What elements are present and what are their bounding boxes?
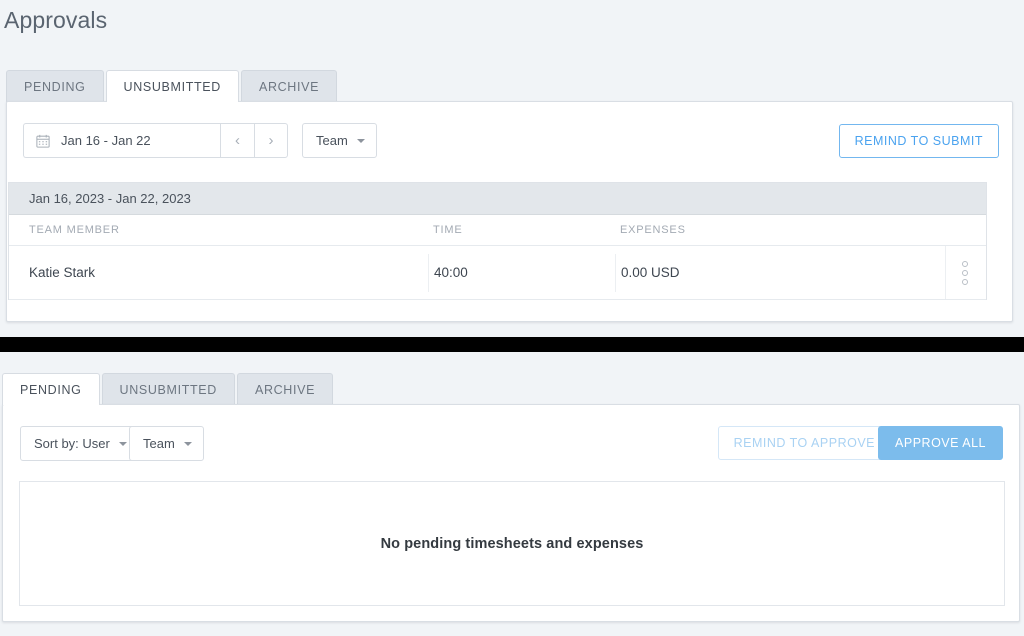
- column-header-team-member: TEAM MEMBER: [29, 224, 120, 236]
- chevron-down-icon: [183, 441, 192, 446]
- sort-by-dropdown[interactable]: Sort by: User: [20, 426, 139, 461]
- approve-all-button[interactable]: APPROVE ALL: [878, 426, 1003, 460]
- sort-by-label: Sort by: User: [34, 436, 110, 451]
- team-filter-label-bottom: Team: [143, 436, 175, 451]
- date-range-input[interactable]: Jan 16 - Jan 22: [23, 123, 220, 158]
- cell-time: 40:00: [428, 253, 615, 292]
- chevron-down-icon: [356, 138, 365, 143]
- date-range-group: Jan 16 - Jan 22 ‹ ›: [23, 123, 288, 158]
- tab-archive-bottom[interactable]: ARCHIVE: [236, 373, 334, 405]
- calendar-icon: [36, 134, 50, 148]
- team-filter-dropdown-top[interactable]: Team: [302, 123, 377, 158]
- menu-dot: [962, 278, 968, 285]
- page-title: Approvals: [4, 7, 108, 33]
- unsubmitted-toolbar: Jan 16 - Jan 22 ‹ › Team REMIND TO SUBMI…: [7, 102, 1012, 172]
- date-range-value: Jan 16 - Jan 22: [61, 133, 151, 148]
- top-approvals-section: Approvals PENDING UNSUBMITTED ARCHIVE Ja…: [0, 0, 1024, 337]
- bottom-tab-bar: PENDING UNSUBMITTED ARCHIVE: [2, 373, 335, 405]
- bottom-approvals-section: PENDING UNSUBMITTED ARCHIVE Sort by: Use…: [0, 352, 1024, 636]
- remind-to-approve-button[interactable]: REMIND TO APPROVE: [717, 426, 891, 460]
- approvals-screen: Approvals PENDING UNSUBMITTED ARCHIVE Ja…: [0, 0, 1024, 636]
- unsubmitted-panel: Jan 16 - Jan 22 ‹ › Team REMIND TO SUBMI…: [6, 101, 1013, 322]
- top-tab-bar: PENDING UNSUBMITTED ARCHIVE: [6, 70, 339, 102]
- team-filter-label-top: Team: [316, 133, 348, 148]
- tab-pending-top[interactable]: PENDING: [6, 70, 104, 102]
- empty-state-message: No pending timesheets and expenses: [380, 535, 644, 552]
- table-date-header: Jan 16, 2023 - Jan 22, 2023: [9, 183, 986, 215]
- next-week-button[interactable]: ›: [254, 123, 288, 158]
- more-vertical-icon[interactable]: [945, 246, 984, 299]
- tab-pending-bottom[interactable]: PENDING: [2, 373, 100, 405]
- remind-to-submit-button[interactable]: REMIND TO SUBMIT: [838, 124, 999, 158]
- table-column-header: TEAM MEMBER TIME EXPENSES: [9, 215, 986, 246]
- column-header-time: TIME: [433, 224, 463, 236]
- menu-dot: [962, 260, 968, 267]
- tab-unsubmitted-top[interactable]: UNSUBMITTED: [105, 70, 239, 102]
- column-header-expenses: EXPENSES: [620, 224, 686, 236]
- team-filter-dropdown-bottom[interactable]: Team: [129, 426, 204, 461]
- pending-panel: Sort by: User Team REMIND TO APPROVE APP…: [2, 404, 1020, 622]
- cell-expenses: 0.00 USD: [615, 253, 945, 292]
- empty-state-card: No pending timesheets and expenses: [19, 481, 1005, 606]
- cell-team-member: Katie Stark: [29, 265, 96, 280]
- menu-dot: [962, 269, 968, 276]
- screenshot-separator-band: [0, 337, 1024, 352]
- tab-unsubmitted-bottom[interactable]: UNSUBMITTED: [101, 373, 235, 405]
- prev-week-button[interactable]: ‹: [220, 123, 254, 158]
- unsubmitted-table: Jan 16, 2023 - Jan 22, 2023 TEAM MEMBER …: [8, 182, 987, 300]
- pending-toolbar: Sort by: User Team REMIND TO APPROVE APP…: [3, 405, 1019, 479]
- chevron-down-icon: [118, 441, 127, 446]
- tab-archive-top[interactable]: ARCHIVE: [240, 70, 338, 102]
- table-row[interactable]: Katie Stark 40:00 0.00 USD: [9, 246, 986, 300]
